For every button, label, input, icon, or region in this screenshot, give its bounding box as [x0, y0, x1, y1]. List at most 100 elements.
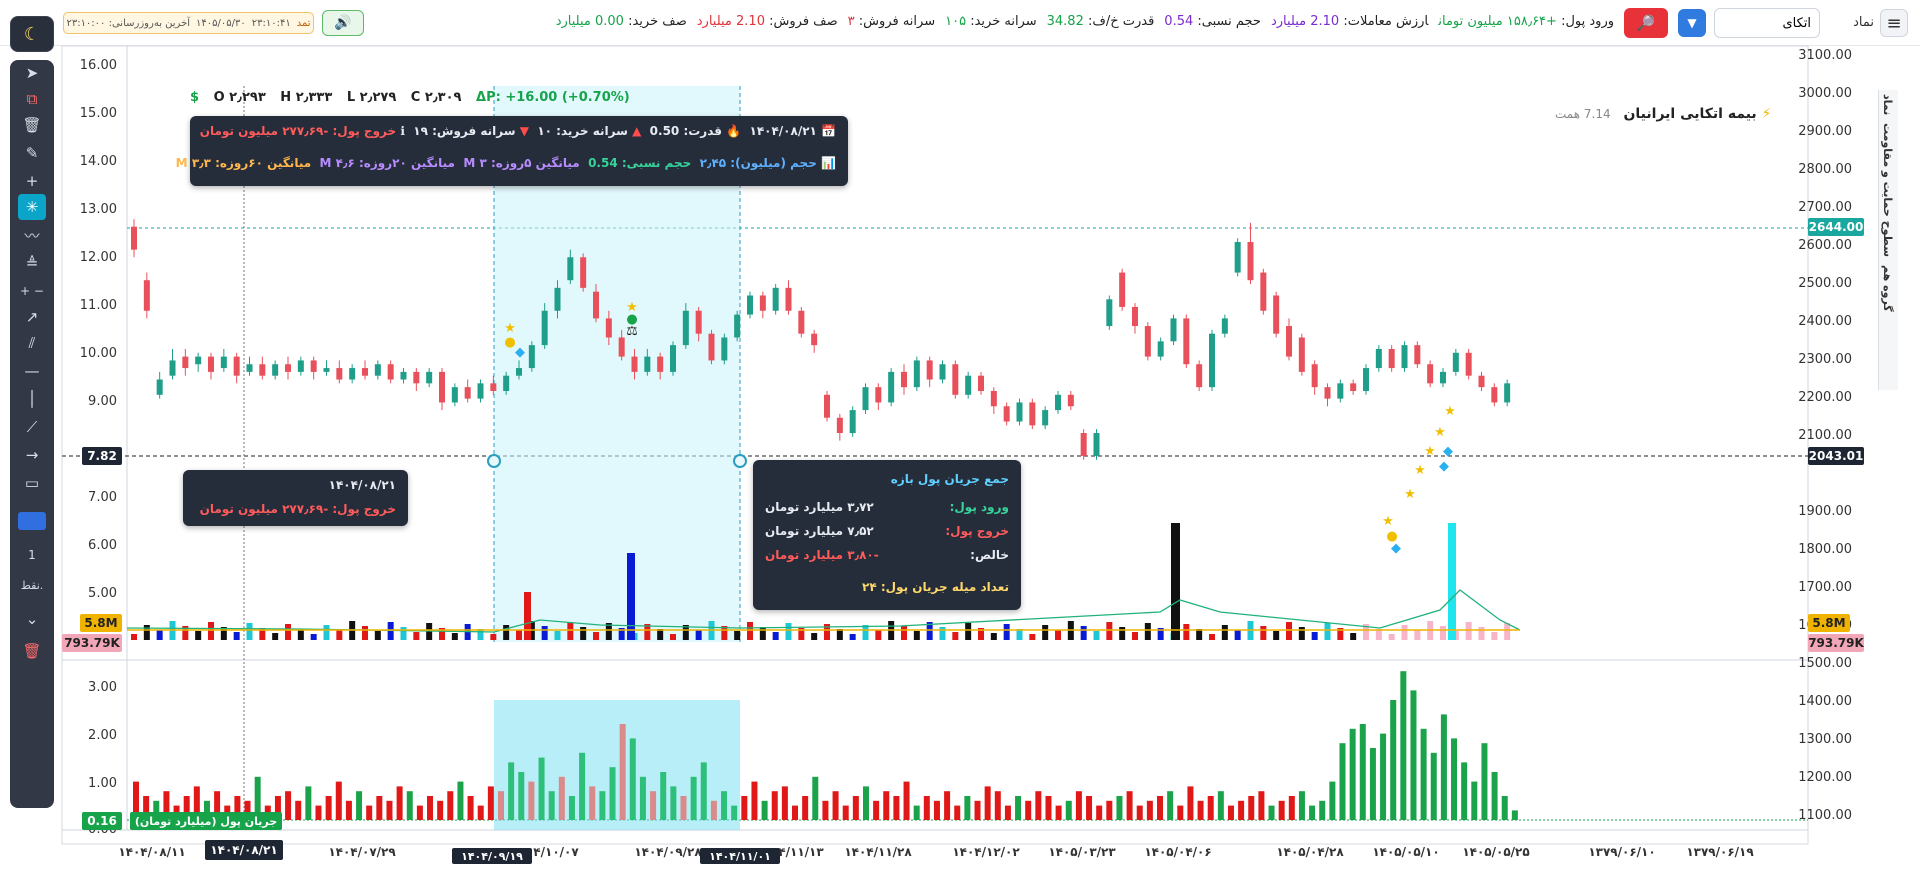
candle-body	[567, 257, 574, 281]
candle-body	[387, 364, 394, 380]
flow-bar	[1339, 743, 1346, 820]
side-panel: نماد سطوح حمایت و مقاومت گروه هم	[1878, 90, 1898, 390]
flow-bar	[1481, 743, 1488, 820]
side-tab[interactable]: گروه هم	[1879, 261, 1896, 316]
tooltip-outflow: خروج پول: -۲۷۷٫۶۹ میلیون تومان	[199, 124, 397, 138]
candle	[913, 356, 920, 391]
candle-body	[1247, 242, 1254, 281]
candle-body	[862, 387, 869, 411]
flow-bar	[974, 800, 981, 820]
flow-bar	[285, 791, 292, 820]
candle-body	[759, 295, 766, 311]
volume-bar	[131, 634, 137, 640]
side-tab[interactable]: نماد	[1879, 90, 1896, 119]
flow-bar	[903, 781, 910, 820]
signal-marker: ★	[1444, 404, 1456, 419]
candle-body	[939, 364, 946, 380]
flow-left-tag: 0.16	[82, 812, 122, 830]
flow-bar	[315, 805, 322, 820]
candle	[1234, 238, 1241, 277]
right-tick: 2200.00	[1798, 390, 1852, 405]
volume-bar	[208, 622, 214, 640]
volume-bar	[1324, 623, 1331, 640]
candle-body	[1170, 318, 1177, 342]
candle	[708, 329, 715, 365]
candle-body	[978, 375, 984, 391]
volume-bar	[567, 622, 574, 640]
ohlc-high: H ۲٫۳۳۳	[280, 90, 333, 105]
flow-bar	[883, 791, 890, 820]
side-tab[interactable]: سطوح حمایت و مقاومت	[1879, 119, 1896, 261]
flow-bar	[710, 800, 717, 820]
candle-body	[156, 379, 163, 395]
candle-body	[1375, 348, 1382, 369]
volume-bar	[811, 633, 818, 640]
right-tick: 2800.00	[1798, 162, 1852, 177]
flow-bar	[893, 796, 900, 820]
left-tick: 6.00	[88, 538, 117, 553]
volume-bar	[913, 631, 920, 640]
candle-body	[310, 360, 317, 372]
candle-body	[682, 310, 689, 346]
volume-bar	[1183, 624, 1190, 640]
right-tick: 1900.00	[1798, 504, 1852, 519]
candle-body	[798, 310, 805, 334]
candle-body	[541, 310, 548, 346]
candle-body	[1234, 242, 1241, 273]
volume-bar	[413, 632, 420, 640]
flow-bar	[741, 796, 748, 820]
candle-body	[464, 387, 471, 399]
candle	[1093, 429, 1100, 460]
volume-bar	[1388, 634, 1395, 640]
tooltip-volume: حجم (میلیون): ۲٫۴۵	[699, 156, 817, 170]
flow-bar	[558, 776, 565, 820]
signal-marker: ◆	[1439, 459, 1449, 474]
candle	[1170, 314, 1177, 346]
flow-bar	[913, 805, 920, 820]
flow-bar	[548, 791, 555, 820]
flow-tooltip-text: خروج پول: -۲۷۷٫۶۹ میلیون تومان	[199, 502, 396, 516]
flow-bar	[599, 791, 606, 820]
flow-bar	[1136, 805, 1143, 820]
flow-bar	[761, 800, 768, 820]
flow-bar	[954, 805, 961, 820]
flow-bar	[639, 776, 646, 820]
candle-body	[1157, 341, 1164, 357]
right-tick: 1700.00	[1798, 580, 1852, 595]
symbol-title: ⚡ بیمه اتکایی ایرانیان 7.14 همت	[1555, 106, 1771, 122]
flow-bar	[457, 781, 464, 820]
candle-body	[926, 360, 933, 380]
right-tick: 1500.00	[1798, 656, 1852, 671]
candle-body	[888, 371, 895, 403]
price-top-tag: 2644.00	[1808, 218, 1864, 236]
candle-body	[477, 383, 484, 399]
volume-bar	[374, 631, 381, 640]
bolt-icon: ⚡	[1761, 106, 1772, 122]
candle-body	[413, 371, 420, 384]
volume-bar	[1119, 627, 1126, 640]
flow-bar	[497, 791, 504, 820]
volume-bar	[1144, 623, 1151, 640]
flow-bar	[771, 791, 778, 820]
calendar-icon: 📅	[821, 124, 836, 138]
candle	[1016, 398, 1023, 426]
flow-bar	[1258, 791, 1265, 820]
flow-bar	[335, 781, 342, 820]
flow-bar	[437, 800, 444, 820]
candle-body	[1119, 272, 1126, 307]
candle-body	[1144, 326, 1151, 357]
flow-bar	[1349, 728, 1356, 820]
right-tick: 1200.00	[1798, 770, 1852, 785]
tooltip-ma60: میانگین ۶۰روزه: ۳٫۳ M	[175, 156, 312, 170]
candle	[952, 360, 959, 399]
candle-body	[182, 356, 189, 369]
candle	[721, 333, 728, 365]
flow-bar	[852, 796, 859, 820]
candle	[849, 406, 856, 437]
volume-bar	[362, 626, 368, 640]
flow-bar	[508, 762, 515, 820]
candle-body	[426, 371, 433, 384]
left-tick: 11.00	[80, 298, 117, 313]
flow-bar	[1106, 800, 1113, 820]
flow-bar	[721, 791, 728, 820]
